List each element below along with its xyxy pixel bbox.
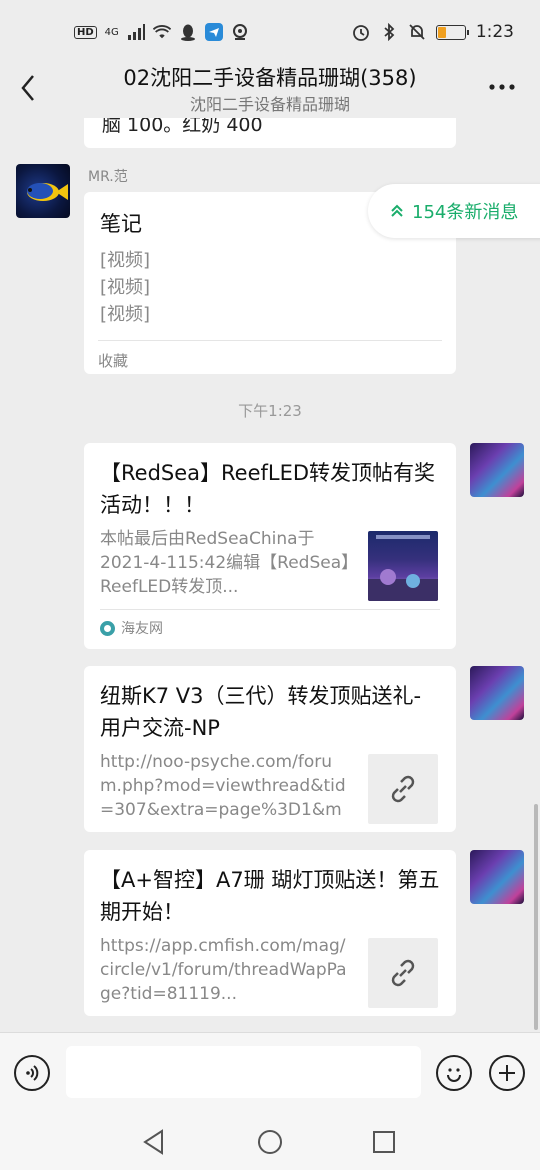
system-navigation-bar (0, 1112, 540, 1170)
alarm-icon (352, 23, 370, 41)
source-name: 海友网 (121, 621, 163, 637)
link-card[interactable]: 【RedSea】ReefLED转发顶帖有奖活动！！！ 本帖最后由RedSeaCh… (84, 443, 456, 649)
more-icon (489, 84, 515, 90)
avatar-mr-fan[interactable] (16, 164, 70, 218)
location-icon (231, 23, 249, 41)
link-body: https://app.cmfish.com/mag/circle/v1/for… (100, 934, 440, 1008)
emoji-button[interactable] (436, 1055, 472, 1091)
link-thumbnail (368, 754, 438, 824)
link-description: http://noo-psyche.com/forum.php?mod=view… (100, 752, 346, 820)
smile-icon (447, 1068, 461, 1082)
wifi-icon (152, 23, 171, 41)
scrollbar-thumb[interactable] (534, 804, 538, 1030)
circle-home-icon (258, 1130, 282, 1154)
link-body: 本帖最后由RedSeaChina于2021-4-115:42编辑【RedSea】… (100, 527, 440, 601)
chat-subtitle: 沈阳二手设备精品珊瑚 (189, 95, 350, 114)
telegram-icon (204, 23, 223, 41)
avatar-self[interactable] (470, 666, 524, 720)
hd-indicator: HD (74, 25, 97, 39)
status-time: 1:23 (475, 22, 514, 42)
link-description: https://app.cmfish.com/mag/circle/v1/for… (100, 936, 347, 1004)
new-messages-button[interactable]: 154条新消息 (368, 184, 540, 238)
link-icon (391, 775, 415, 803)
note-content: [视频] [视频] [视频] (100, 250, 440, 325)
link-source: 海友网 (100, 609, 440, 638)
nav-recents-button[interactable] (366, 1124, 402, 1160)
battery-icon (435, 24, 469, 40)
status-bar: HD 4G 1:23 (0, 0, 540, 64)
link-description: 本帖最后由RedSeaChina于2021-4-115:42编辑【RedSea】… (100, 529, 350, 597)
voice-input-button[interactable] (14, 1055, 50, 1091)
chat-header: 02沈阳二手设备精品珊瑚(358) 沈阳二手设备精品珊瑚 (0, 56, 540, 118)
source-icon (100, 620, 115, 636)
avatar-self[interactable] (470, 443, 524, 497)
divider (98, 340, 442, 341)
note-footer: 收藏 (98, 352, 129, 370)
square-recents-icon (373, 1131, 395, 1153)
aquarium-thumbnail (368, 531, 438, 601)
bluetooth-icon (380, 23, 398, 41)
link-card[interactable]: 【A+智控】A7珊 瑚灯顶贴送！第五期开始！ https://app.cmfis… (84, 850, 456, 1016)
chat-title: 02沈阳二手设备精品珊瑚(358) (123, 66, 417, 90)
battery-fill (437, 26, 447, 38)
voice-icon (26, 1065, 39, 1081)
status-right: 1:23 (352, 22, 514, 42)
fish-avatar-image (27, 183, 68, 201)
plus-icon (499, 1065, 515, 1081)
message-input[interactable] (66, 1046, 421, 1098)
nav-home-button[interactable] (252, 1124, 288, 1160)
input-bar (0, 1032, 540, 1112)
message-list[interactable]: 脑 100。红奶 400 MR.范 笔记 [视频] [视频] [视频] 收藏 1… (0, 118, 540, 1032)
sender-name: MR.范 (88, 169, 128, 185)
previous-message-text: 脑 100。红奶 400 (102, 118, 263, 136)
link-title: 纽斯K7 V3（三代）转发顶贴送礼- 用户交流-NP (100, 684, 422, 740)
new-messages-label: 154条新消息 (412, 202, 519, 223)
link-body: http://noo-psyche.com/forum.php?mod=view… (100, 750, 440, 824)
link-icon (391, 959, 415, 987)
more-functions-button[interactable] (489, 1055, 525, 1091)
qq-icon (179, 23, 197, 41)
note-video-line: [视频] (100, 304, 151, 325)
status-left: HD 4G (74, 23, 249, 41)
previous-message-bubble[interactable]: 脑 100。红奶 400 (84, 118, 456, 148)
avatar-self[interactable] (470, 850, 524, 904)
more-options-button[interactable] (486, 72, 518, 102)
triangle-back-icon (143, 1129, 163, 1155)
mute-icon (408, 23, 426, 41)
link-title: 【RedSea】ReefLED转发顶帖有奖活动！！！ (100, 461, 436, 517)
network-type: 4G (104, 26, 119, 38)
nav-back-button[interactable] (136, 1124, 172, 1160)
double-chevron-up-icon (391, 204, 403, 217)
link-title: 【A+智控】A7珊 瑚灯顶贴送！第五期开始！ (100, 868, 440, 924)
signal-icon (127, 23, 145, 41)
note-video-line: [视频] (100, 250, 151, 271)
link-card[interactable]: 纽斯K7 V3（三代）转发顶贴送礼- 用户交流-NP http://noo-ps… (84, 666, 456, 832)
link-thumbnail (368, 938, 438, 1008)
message-timestamp: 下午1:23 (238, 402, 302, 420)
note-video-line: [视频] (100, 277, 151, 298)
